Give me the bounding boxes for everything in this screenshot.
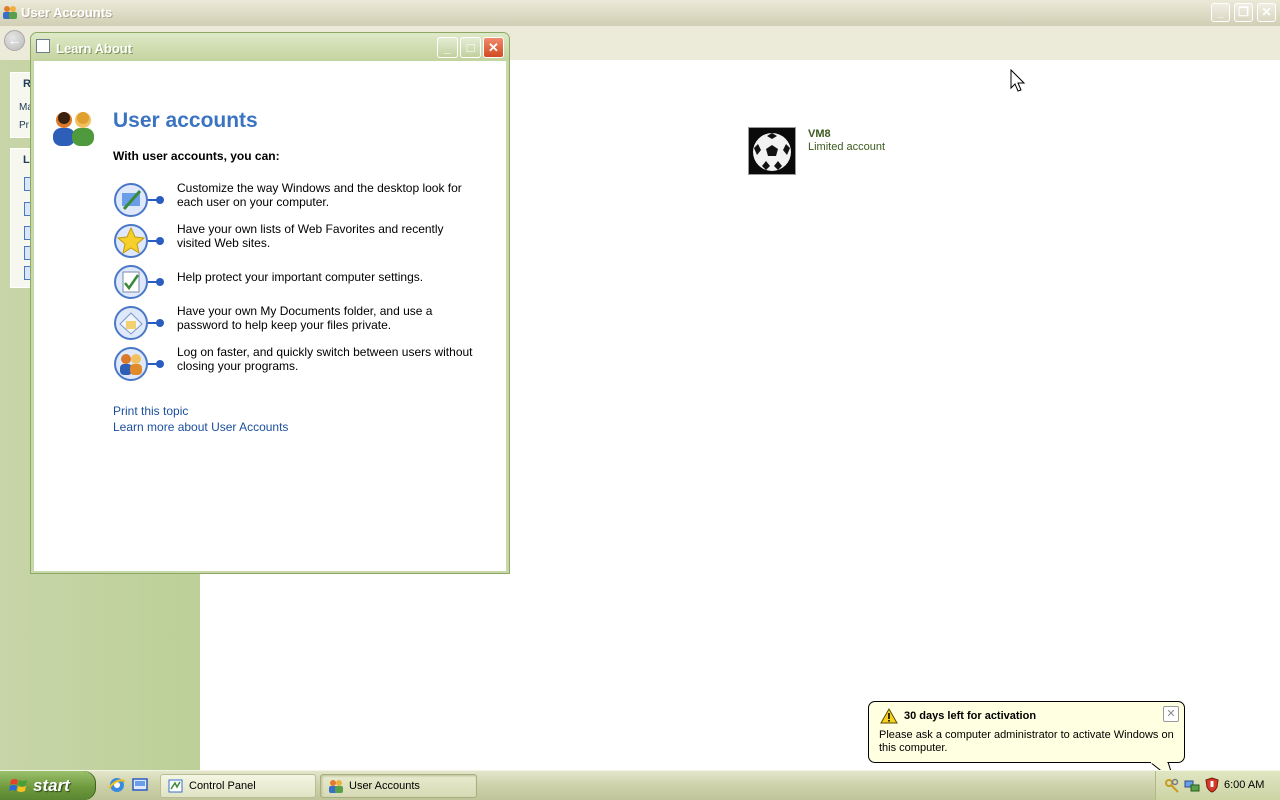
start-button[interactable]: start (0, 771, 96, 800)
bullet-text: Have your own lists of Web Favorites and… (177, 222, 444, 250)
taskbar-label: User Accounts (349, 780, 420, 792)
balloon-message: Please ask a computer administrator to a… (879, 729, 1174, 754)
taskbar-button-control-panel[interactable]: Control Panel (160, 774, 316, 798)
back-arrow-icon: ← (7, 32, 22, 48)
balloon-close-button[interactable]: ✕ (1163, 706, 1179, 722)
back-button[interactable]: ← (4, 30, 25, 51)
learn-about-content: User accounts With user accounts, you ca… (34, 61, 506, 571)
balloon-title: 30 days left for activation (904, 710, 1037, 722)
account-picture[interactable] (748, 127, 796, 175)
bullet-item: Have your own My Documents folder, and u… (114, 304, 494, 342)
soccer-ball-icon (749, 128, 795, 174)
clock[interactable]: 6:00 AM (1224, 779, 1264, 791)
network-icon[interactable] (1184, 777, 1200, 793)
close-icon: ✕ (488, 40, 499, 55)
security-center-shield-icon[interactable] (1204, 777, 1220, 793)
bullet-item: Log on faster, and quickly switch betwee… (114, 345, 494, 383)
user-accounts-app-icon (3, 6, 17, 19)
bullet-item: Have your own lists of Web Favorites and… (114, 222, 494, 260)
windows-flag-icon (9, 779, 27, 792)
activation-balloon[interactable]: 30 days left for activation Please ask a… (868, 701, 1185, 763)
warning-icon (880, 708, 898, 724)
help-window-icon (36, 39, 50, 53)
learn-minimize-button[interactable]: _ (437, 37, 458, 58)
help-subheading: With user accounts, you can: (113, 149, 280, 163)
learn-close-button[interactable]: ✕ (483, 37, 504, 58)
switch-users-icon (114, 347, 164, 381)
account-name[interactable]: VM8 (808, 128, 831, 140)
restore-icon: ❐ (1238, 5, 1249, 19)
internet-explorer-icon[interactable] (108, 776, 126, 794)
bullet-text: Have your own My Documents folder, and u… (177, 304, 433, 332)
close-icon: ✕ (1166, 708, 1176, 720)
bullet-text: Help protect your important computer set… (177, 270, 424, 284)
bullet-text: Customize the way Windows and the deskto… (177, 181, 462, 209)
main-minimize-button[interactable]: _ (1211, 3, 1230, 22)
related-topic-link[interactable]: Pr (19, 120, 29, 131)
account-type: Limited account (808, 141, 886, 153)
bullet-item: Help protect your important computer set… (114, 263, 494, 301)
bullet-item: Customize the way Windows and the deskto… (114, 181, 494, 219)
taskbar-button-user-accounts[interactable]: User Accounts (320, 774, 477, 798)
close-icon: ✕ (1261, 5, 1272, 19)
learn-about-window: Learn About _ □ ✕ User accounts With use… (30, 32, 510, 574)
bullet-text: Log on faster, and quickly switch betwee… (177, 345, 473, 373)
my-documents-icon (114, 306, 164, 340)
learn-about-titlebar[interactable]: Learn About _ □ ✕ (31, 33, 509, 61)
main-maximize-button[interactable]: ❐ (1234, 3, 1253, 22)
settings-protect-icon (114, 265, 164, 299)
maximize-icon: □ (466, 40, 475, 55)
show-desktop-icon[interactable] (131, 776, 149, 794)
minimize-icon: _ (1217, 5, 1224, 19)
activation-keys-icon[interactable] (1164, 777, 1180, 793)
start-label: start (33, 776, 70, 795)
print-topic-link[interactable]: Print this topic (113, 404, 188, 418)
learn-about-title: Learn About (56, 41, 133, 56)
system-tray: 6:00 AM (1155, 771, 1280, 800)
learn-more-link[interactable]: Learn more about User Accounts (113, 420, 288, 434)
user-accounts-icon (329, 780, 343, 793)
main-window-titlebar[interactable]: User Accounts _ ❐ ✕ (0, 0, 1280, 26)
desktop-customize-icon (114, 183, 164, 217)
main-close-button[interactable]: ✕ (1257, 3, 1276, 22)
taskbar-label: Control Panel (189, 780, 256, 792)
learn-maximize-button[interactable]: □ (460, 37, 481, 58)
control-panel-icon (168, 779, 183, 793)
minimize-icon: _ (443, 40, 452, 55)
main-window-title: User Accounts (21, 5, 113, 20)
help-heading: User accounts (113, 109, 258, 132)
user-accounts-icon (53, 112, 94, 146)
favorites-star-icon (114, 224, 164, 258)
mouse-cursor-icon (1010, 69, 1026, 92)
